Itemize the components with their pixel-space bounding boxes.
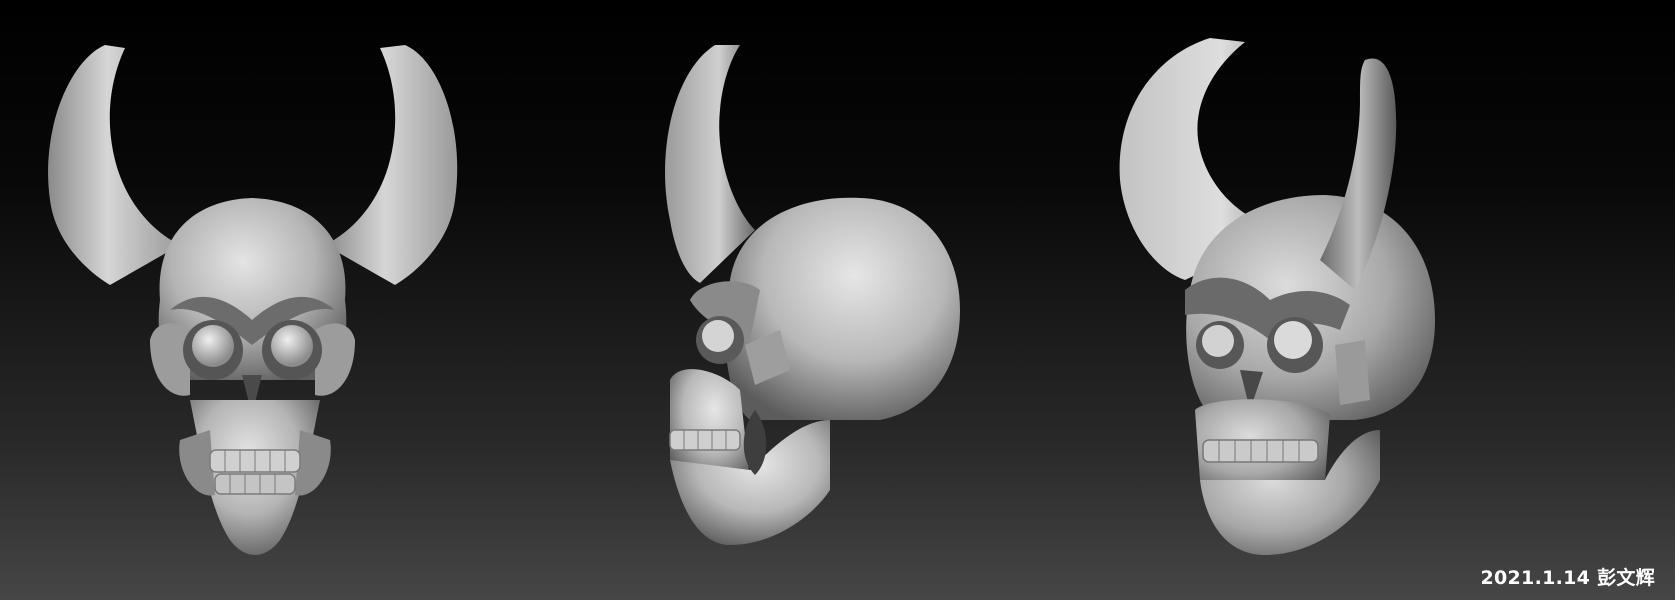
sculpt-turnaround: 2021.1.14 彭文辉 xyxy=(0,0,1675,600)
horned-skull-three-quarter-icon xyxy=(1119,38,1435,555)
side-view xyxy=(660,0,990,600)
horned-skull-front-icon xyxy=(48,45,458,555)
artist-date-caption: 2021.1.14 彭文辉 xyxy=(1480,567,1655,589)
front-view xyxy=(30,0,500,600)
three-quarter-view xyxy=(1115,0,1535,600)
horned-skull-side-icon xyxy=(665,45,960,545)
